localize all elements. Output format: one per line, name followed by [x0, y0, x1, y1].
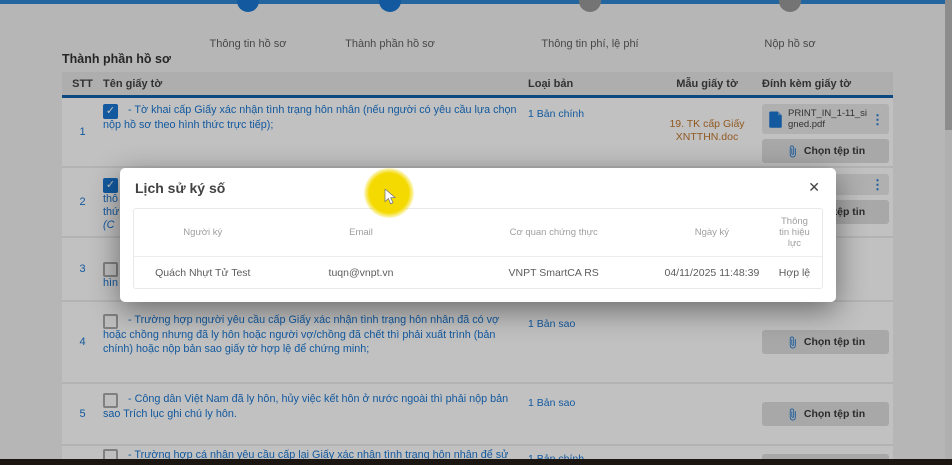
header-co-quan: Cơ quan chứng thực [450, 227, 656, 238]
cursor-highlight [364, 168, 414, 218]
header-email: Email [272, 227, 451, 238]
validity-status: Hợp lệ [767, 267, 822, 279]
bottom-edge-bar [0, 459, 952, 465]
signer-name: Quách Nhựt Tử Test [134, 267, 272, 279]
signer-email: tuqn@vnpt.vn [272, 267, 451, 279]
app-screen: Thông tin hồ sơ Thành phần hồ sơ Thông t… [0, 0, 952, 465]
close-icon[interactable]: ✕ [808, 179, 820, 196]
header-hieu-luc: Thông tin hiệu lực [775, 216, 813, 249]
signature-history-modal: Lịch sử ký số ✕ Người ký Email Cơ quan c… [120, 168, 836, 302]
mouse-cursor-icon [384, 189, 398, 205]
modal-title: Lịch sử ký số [135, 180, 225, 196]
signature-row: Quách Nhựt Tử Test tuqn@vnpt.vn VNPT Sma… [134, 256, 822, 289]
header-ngay-ky: Ngày ký [657, 227, 767, 238]
signature-table-header: Người ký Email Cơ quan chứng thực Ngày k… [134, 209, 822, 256]
header-nguoi-ky: Người ký [134, 227, 272, 238]
signature-history-table: Người ký Email Cơ quan chứng thực Ngày k… [133, 208, 823, 289]
sign-date: 04/11/2025 11:48:39 [657, 267, 767, 279]
certify-authority: VNPT SmartCA RS [450, 267, 656, 279]
